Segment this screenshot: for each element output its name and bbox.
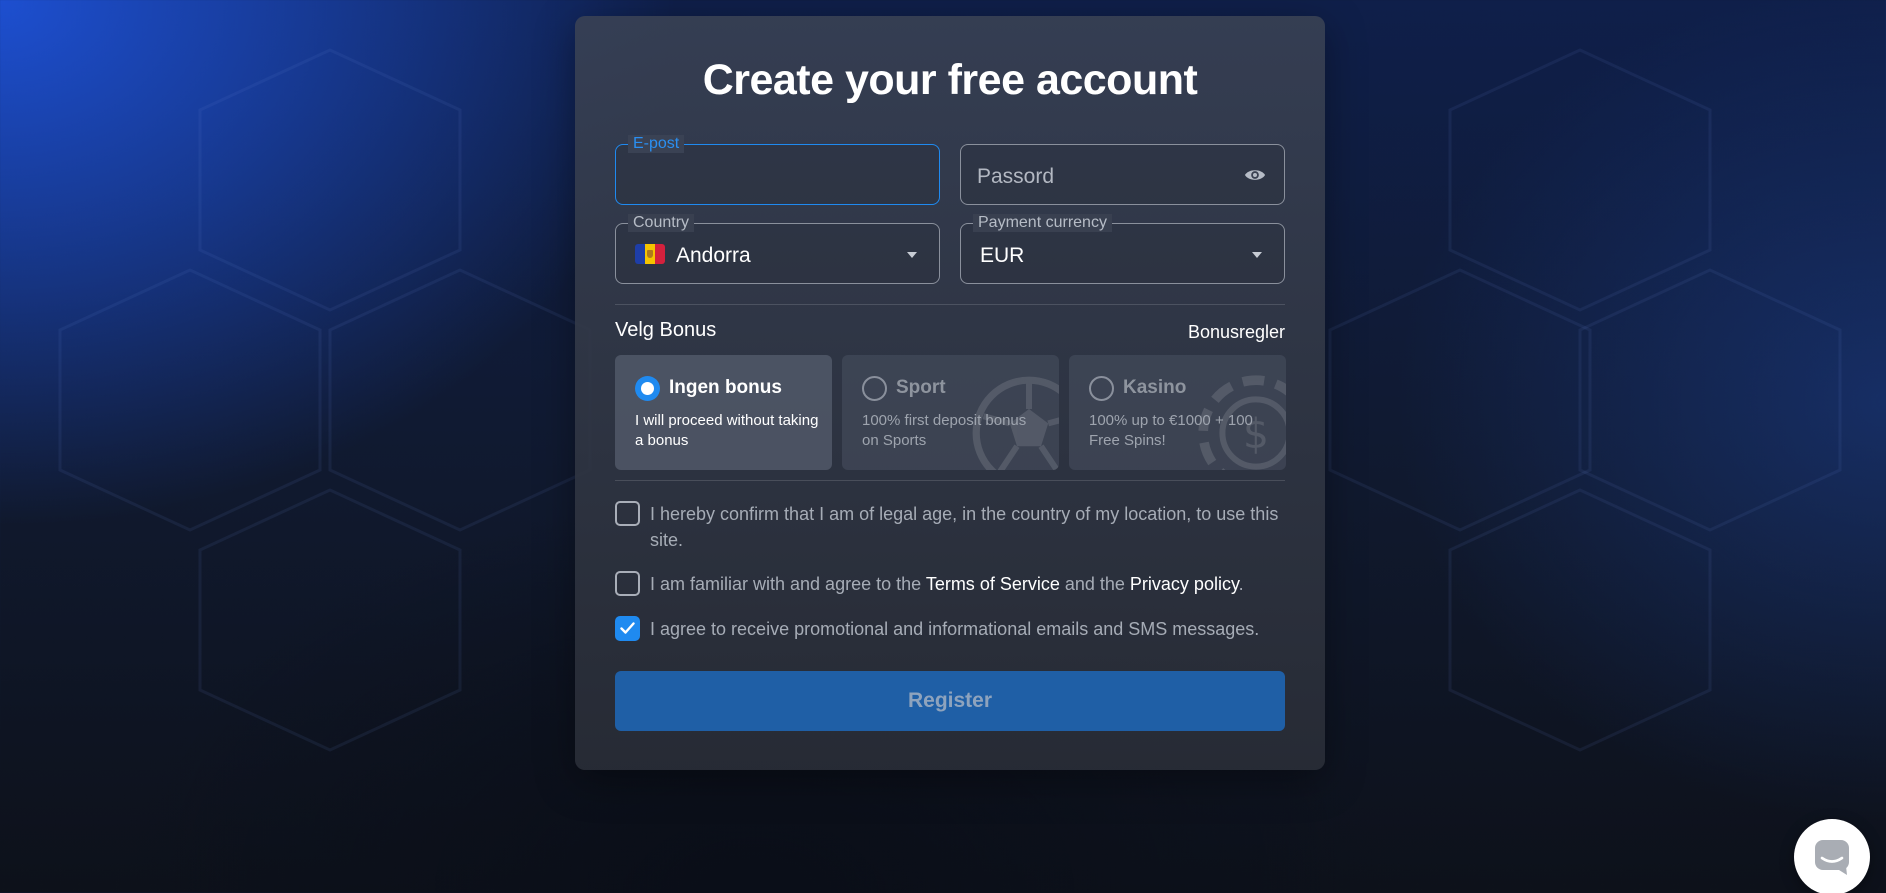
page-title: Create your free account <box>702 56 1198 104</box>
radio-casino[interactable] <box>1089 376 1114 401</box>
legal-age-consent: I hereby confirm that I am of legal age,… <box>615 501 1295 557</box>
terms-text: I am familiar with and agree to the Term… <box>650 574 1244 594</box>
currency-label: Payment currency <box>973 214 1112 232</box>
eye-icon[interactable] <box>1244 165 1266 185</box>
bonus-option-title: Sport <box>896 377 946 398</box>
bonus-option-casino[interactable]: $ Kasino 100% up to €1000 + 100 Free Spi… <box>1069 355 1286 470</box>
privacy-policy-link[interactable]: Privacy policy <box>1130 574 1239 594</box>
signup-card: Create your free account E-post Passord … <box>575 16 1325 770</box>
chat-bubble-icon <box>1815 840 1849 875</box>
divider <box>615 304 1285 305</box>
bonus-option-none[interactable]: Ingen bonus I will proceed without takin… <box>615 355 832 470</box>
legal-age-checkbox[interactable] <box>615 501 640 526</box>
marketing-text: I agree to receive promotional and infor… <box>650 619 1260 639</box>
terms-consent: I am familiar with and agree to the Term… <box>615 571 1295 601</box>
divider <box>615 480 1285 481</box>
bonus-option-sport[interactable]: Sport 100% first deposit bonus on Sports <box>842 355 1059 470</box>
radio-sport[interactable] <box>862 376 887 401</box>
bonus-option-title: Kasino <box>1123 377 1187 398</box>
bonus-option-description: I will proceed without taking a bonus <box>635 412 819 449</box>
bonus-option-description: 100% first deposit bonus on Sports <box>862 412 1027 449</box>
andorra-flag-icon <box>635 244 665 264</box>
chevron-down-icon <box>907 252 917 258</box>
country-value: Andorra <box>676 244 751 267</box>
bonus-rules-link[interactable]: Bonusregler <box>1188 322 1285 343</box>
radio-none[interactable] <box>635 376 660 401</box>
marketing-checkbox[interactable] <box>615 616 640 641</box>
bonus-option-description: 100% up to €1000 + 100 Free Spins! <box>1089 412 1253 449</box>
currency-select[interactable]: Payment currency EUR <box>960 214 1285 284</box>
password-field[interactable]: Passord <box>960 144 1285 205</box>
bonus-option-title: Ingen bonus <box>669 377 782 398</box>
terms-checkbox[interactable] <box>615 571 640 596</box>
country-select[interactable]: Country Andorra <box>615 214 940 284</box>
chevron-down-icon <box>1252 252 1262 258</box>
checkmark-icon <box>620 622 635 634</box>
legal-age-text: I hereby confirm that I am of legal age,… <box>650 504 1279 550</box>
email-label: E-post <box>628 135 685 153</box>
chat-widget-button[interactable] <box>1794 819 1870 893</box>
currency-value: EUR <box>980 244 1025 267</box>
bonus-heading: Velg Bonus <box>615 319 717 341</box>
password-placeholder: Passord <box>977 165 1055 188</box>
marketing-consent: I agree to receive promotional and infor… <box>615 616 1295 646</box>
terms-of-service-link[interactable]: Terms of Service <box>926 574 1060 594</box>
email-field[interactable]: E-post <box>615 135 940 205</box>
country-label: Country <box>628 214 695 232</box>
register-button[interactable]: Register <box>615 671 1285 731</box>
